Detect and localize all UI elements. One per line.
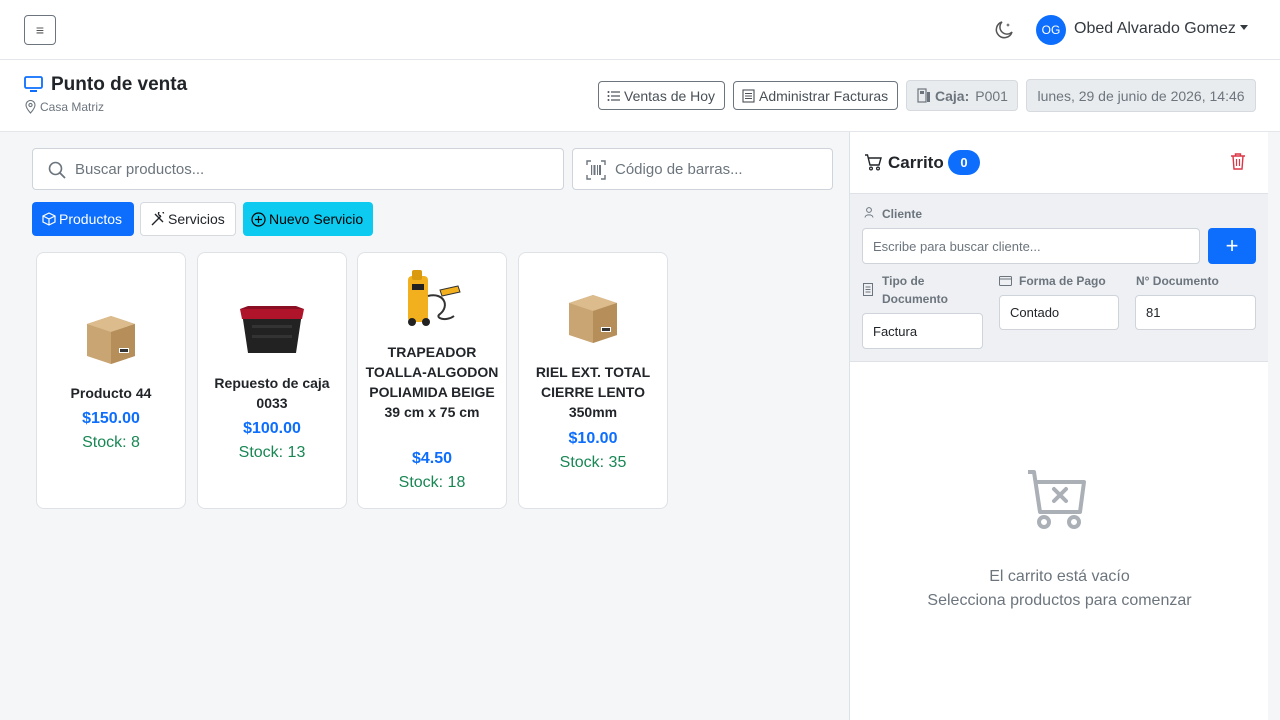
user-name: Obed Alvarado Gomez (1074, 20, 1236, 37)
product-image (569, 295, 617, 343)
caja-indicator: Caja: P001 (906, 80, 1018, 111)
ventas-hoy-button[interactable]: Ventas de Hoy (598, 81, 725, 110)
page-title: Punto de venta (51, 74, 188, 95)
product-name: RIEL EXT. TOTAL CIERRE LENTO 350mm (535, 364, 651, 420)
forma-pago-label: Forma de Pago (1019, 274, 1106, 288)
cart-count-badge: 0 (948, 150, 980, 175)
plus-circle-icon (251, 211, 266, 227)
tab-productos-label: Productos (59, 211, 123, 227)
caret-down-icon (1239, 25, 1248, 30)
product-image (87, 316, 135, 364)
product-image (240, 306, 304, 353)
forma-pago-value: Contado (1010, 305, 1060, 320)
search-icon (48, 161, 66, 179)
user-avatar[interactable]: OG (1036, 15, 1066, 45)
add-cliente-button[interactable]: + (1208, 228, 1256, 264)
forma-pago-select[interactable]: Contado (999, 295, 1119, 330)
page-header: Punto de venta Casa Matriz Ventas de Hoy… (0, 60, 1280, 132)
monitor-icon (24, 76, 43, 92)
product-stock: Stock: 35 (559, 454, 627, 471)
cart-form: Cliente + Tipo de Documento Factura Form… (850, 194, 1269, 362)
nuevo-servicio-button[interactable]: Nuevo Servicio (243, 202, 373, 236)
numero-documento-value: 81 (1146, 305, 1161, 320)
product-card[interactable]: TRAPEADOR TOALLA-ALGODON POLIAMIDA BEIGE… (357, 252, 507, 509)
barcode-search[interactable] (572, 148, 833, 190)
document-icon (863, 283, 873, 296)
tab-productos[interactable]: Productos (32, 202, 134, 236)
product-card[interactable]: Producto 44 $150.00 Stock: 8 (36, 252, 186, 509)
product-price: $100.00 (243, 420, 301, 437)
cliente-label: Cliente (882, 207, 923, 221)
numero-documento-field[interactable]: 81 (1135, 295, 1256, 330)
caja-value: P001 (975, 87, 1008, 104)
barcode-scan-icon (586, 160, 606, 180)
product-name: Repuesto de caja 0033 (214, 375, 330, 411)
nuevo-servicio-label: Nuevo Servicio (269, 211, 364, 227)
tipo-documento-label: Tipo de Documento (882, 274, 948, 306)
tipo-documento-value: Factura (873, 323, 918, 339)
hamburger-icon: ≡ (35, 22, 45, 38)
current-datetime: lunes, 29 de junio de 2026, 14:46 (1026, 79, 1256, 112)
product-price: $150.00 (82, 410, 140, 427)
administrar-facturas-button[interactable]: Administrar Facturas (733, 81, 898, 110)
product-stock: Stock: 18 (398, 474, 466, 491)
cart-panel: Carrito 0 Cliente + Tipo de Documento Fa… (849, 132, 1269, 720)
cliente-search-field[interactable] (862, 228, 1200, 264)
cliente-input[interactable] (873, 238, 1199, 254)
product-card[interactable]: RIEL EXT. TOTAL CIERRE LENTO 350mm $10.0… (518, 252, 668, 509)
administrar-facturas-label: Administrar Facturas (759, 87, 889, 104)
product-image (408, 270, 461, 326)
empty-cart-icon (1028, 470, 1086, 529)
trash-icon[interactable] (1230, 152, 1246, 170)
top-navbar: ≡ OG Obed Alvarado Gomez (0, 0, 1280, 60)
tab-servicios[interactable]: Servicios (140, 202, 236, 236)
branch-location: Casa Matriz (40, 100, 105, 114)
product-card[interactable]: Repuesto de caja 0033 $100.00 Stock: 13 (197, 252, 347, 509)
barcode-input[interactable] (615, 149, 825, 189)
cart-icon (865, 154, 882, 171)
ventas-hoy-label: Ventas de Hoy (624, 87, 716, 104)
person-icon (864, 207, 874, 218)
cart-header: Carrito 0 (850, 132, 1269, 194)
cart-title: Carrito (888, 153, 944, 172)
product-price: $4.50 (411, 450, 453, 467)
product-search[interactable] (32, 148, 564, 190)
tipo-documento-select[interactable]: Factura (862, 313, 983, 349)
invoice-icon (742, 88, 755, 103)
empty-cart-subtitle: Selecciona productos para comenzar (927, 592, 1192, 609)
product-stock: Stock: 8 (82, 434, 140, 451)
product-name: Producto 44 (70, 385, 152, 401)
numero-documento-label: N° Documento (1136, 274, 1219, 288)
cash-register-icon (917, 88, 930, 103)
search-input[interactable] (75, 149, 545, 189)
tab-servicios-label: Servicios (168, 211, 225, 227)
moon-stars-icon[interactable] (993, 19, 1015, 41)
user-menu-dropdown[interactable]: Obed Alvarado Gomez (1074, 20, 1248, 38)
product-price: $10.00 (568, 430, 618, 447)
list-icon (607, 90, 620, 101)
box-icon (42, 212, 56, 226)
caja-label: Caja: (935, 87, 970, 104)
tools-icon (151, 212, 165, 226)
product-stock: Stock: 13 (238, 444, 306, 461)
map-pin-icon (25, 100, 36, 114)
right-gutter (1268, 132, 1280, 720)
wallet-icon (999, 276, 1012, 286)
empty-cart-title: El carrito está vacío (989, 568, 1130, 585)
menu-toggle-button[interactable]: ≡ (24, 15, 56, 45)
product-name: TRAPEADOR TOALLA-ALGODON POLIAMIDA BEIGE… (365, 344, 499, 420)
